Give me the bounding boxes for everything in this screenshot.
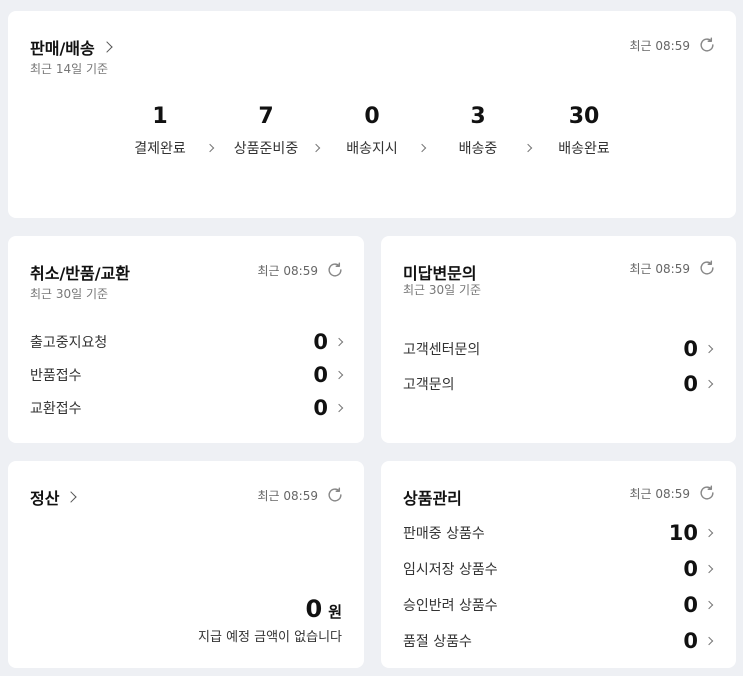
refresh-icon[interactable] [698,484,716,502]
settlement-amount: 0 원 [305,595,342,623]
settlement-note: 지급 예정 금액이 없습니다 [198,630,342,645]
row-label: 교환접수 [30,401,82,417]
settlement-updated: 최근 08:59 [258,486,344,504]
products-title-text: 상품관리 [403,489,462,508]
settlement-title-text: 정산 [30,489,60,508]
settlement-amount-value: 0 [305,595,323,623]
stage-label: 배송중 [458,141,498,157]
stage-shipping[interactable]: 3 배송중 [423,102,533,158]
chevron-right-icon [334,403,344,413]
sales-shipping-updated: 최근 08:59 [630,36,716,54]
claims-row-return[interactable]: 반품접수 0 [30,360,344,390]
stage-count: 3 [470,104,486,129]
products-updated: 최근 08:59 [630,484,716,502]
chevron-right-icon [704,636,714,646]
claims-title: 취소/반품/교환 [30,260,130,284]
stage-label: 배송완료 [558,141,610,157]
stage-count: 0 [364,104,380,129]
chevron-right-icon [704,600,714,610]
products-row-draft[interactable]: 임시저장 상품수 0 [403,554,714,584]
row-count: 0 [683,593,698,617]
claims-card: 취소/반품/교환 최근 30일 기준 최근 08:59 출고중지요청 0 반품접… [8,236,364,443]
updated-time: 최근 08:59 [629,261,690,276]
chevron-right-icon [334,370,344,380]
row-label: 판매중 상품수 [403,526,485,542]
refresh-icon[interactable] [326,486,344,504]
stage-count: 1 [152,104,168,129]
sales-shipping-title-text: 판매/배송 [30,39,95,58]
products-row-sold-out[interactable]: 품절 상품수 0 [403,626,714,656]
row-label: 고객문의 [403,377,455,393]
row-count: 0 [683,629,698,653]
row-count: 0 [313,330,328,354]
row-label: 고객센터문의 [403,342,481,358]
refresh-icon[interactable] [698,36,716,54]
claims-updated: 최근 08:59 [258,261,344,279]
updated-time: 최근 08:59 [257,488,318,503]
row-label: 품절 상품수 [403,634,472,650]
inquiries-row-customer[interactable]: 고객문의 0 [403,369,714,399]
stage-count: 7 [258,104,274,129]
row-label: 출고중지요청 [30,335,108,351]
row-label: 임시저장 상품수 [403,562,498,578]
chevron-right-icon [704,528,714,538]
chevron-right-icon [101,41,113,53]
claims-row-stop-shipping[interactable]: 출고중지요청 0 [30,327,344,357]
products-title: 상품관리 [403,485,462,509]
inquiries-card: 미답변문의 최근 30일 기준 최근 08:59 고객센터문의 0 고객문의 0 [381,236,736,443]
chevron-right-icon [334,337,344,347]
stage-label: 상품준비중 [233,141,299,157]
row-count: 0 [313,363,328,387]
stage-count: 30 [568,104,600,129]
chevron-right-icon [704,379,714,389]
claims-title-text: 취소/반품/교환 [30,264,131,283]
settlement-card: 정산 최근 08:59 0 원 지급 예정 금액이 없습니다 [8,461,364,668]
claims-row-exchange[interactable]: 교환접수 0 [30,393,344,423]
inquiries-updated: 최근 08:59 [630,259,716,277]
order-pipeline: 1 결제완료 7 상품준비중 0 배송지시 3 배송중 30 배송완료 [8,104,736,179]
refresh-icon[interactable] [698,259,716,277]
settlement-amount-unit: 원 [328,603,342,621]
row-count: 0 [683,337,698,361]
inquiries-subtitle: 최근 30일 기준 [403,283,482,297]
stage-preparing[interactable]: 7 상품준비중 [211,102,321,158]
row-count: 10 [668,521,698,545]
row-count: 0 [683,557,698,581]
updated-time: 최근 08:59 [257,263,318,278]
updated-time: 최근 08:59 [629,486,690,501]
products-row-rejected[interactable]: 승인반려 상품수 0 [403,590,714,620]
products-row-on-sale[interactable]: 판매중 상품수 10 [403,518,714,548]
chevron-right-icon [65,491,78,503]
updated-time: 최근 08:59 [629,38,690,53]
claims-subtitle: 최근 30일 기준 [30,287,109,301]
row-count: 0 [683,372,698,396]
stage-ship-order[interactable]: 0 배송지시 [317,102,427,158]
sales-shipping-title[interactable]: 판매/배송 [30,35,113,59]
refresh-icon[interactable] [326,261,344,279]
sales-shipping-subtitle: 최근 14일 기준 [30,62,109,76]
stage-delivered[interactable]: 30 배송완료 [529,102,639,158]
stage-label: 결제완료 [134,141,186,157]
chevron-right-icon [704,344,714,354]
stage-payment-complete[interactable]: 1 결제완료 [105,102,215,158]
settlement-title[interactable]: 정산 [30,485,78,509]
sales-shipping-card: 판매/배송 최근 14일 기준 최근 08:59 1 결제완료 7 상품준비중 … [8,11,736,218]
row-label: 승인반려 상품수 [403,598,498,614]
inquiries-row-service-center[interactable]: 고객센터문의 0 [403,334,714,364]
products-card: 상품관리 최근 08:59 판매중 상품수 10 임시저장 상품수 0 승인반려… [381,461,736,668]
row-count: 0 [313,396,328,420]
stage-label: 배송지시 [346,141,398,157]
row-label: 반품접수 [30,368,82,384]
chevron-right-icon [704,564,714,574]
